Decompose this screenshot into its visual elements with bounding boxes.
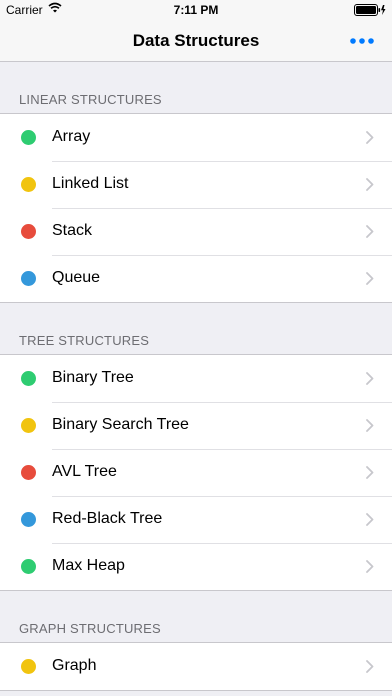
list-item-label: Linked List [52,175,129,192]
list-item[interactable]: Binary Tree [0,355,392,402]
navigation-bar: Data Structures [0,20,392,62]
chevron-right-icon [366,560,374,578]
status-dot-icon [21,224,36,239]
list-item-label: Red-Black Tree [52,510,163,527]
status-dot-icon [21,659,36,674]
section-header: GRAPH STRUCTURES [19,621,161,636]
status-dot-icon [21,512,36,527]
list-item-label: Stack [52,222,93,239]
section-header: LINEAR STRUCTURES [19,92,162,107]
list-item[interactable]: Queue [0,255,392,302]
list-item-label: Binary Tree [52,369,134,386]
section-group: Array Linked List Stack Queue [0,113,392,303]
section-header: TREE STRUCTURES [19,333,150,348]
chevron-right-icon [366,513,374,531]
list-item[interactable]: Binary Search Tree [0,402,392,449]
list-item[interactable]: Graph [0,643,392,690]
chevron-right-icon [366,272,374,290]
status-dot-icon [21,177,36,192]
list-item[interactable]: AVL Tree [0,449,392,496]
list-item-label: Queue [52,269,101,286]
list-item-label: AVL Tree [52,463,117,480]
status-bar: Carrier 7:11 PM [0,0,392,20]
status-dot-icon [21,271,36,286]
section-group: Graph [0,642,392,691]
list-item[interactable]: Red-Black Tree [0,496,392,543]
chevron-right-icon [366,178,374,196]
clock: 7:11 PM [173,3,219,17]
page-title: Data Structures [132,31,260,50]
chevron-right-icon [366,466,374,484]
list-item-label: Array [52,128,91,145]
status-dot-icon [21,418,36,433]
list-item-label: Graph [52,657,97,674]
battery-charging-icon [354,4,386,19]
chevron-right-icon [366,225,374,243]
status-dot-icon [21,559,36,574]
list-item[interactable]: Stack [0,208,392,255]
chevron-right-icon [366,419,374,437]
section-group: Binary Tree Binary Search Tree AVL Tree Red… [0,354,392,591]
list-item[interactable]: Linked List [0,161,392,208]
list-item-label: Binary Search Tree [52,416,189,433]
chevron-right-icon [366,131,374,149]
list-item-label: Max Heap [52,557,125,574]
status-dot-icon [21,465,36,480]
more-icon[interactable] [348,34,378,48]
list-item[interactable]: Max Heap [0,543,392,590]
chevron-right-icon [366,660,374,678]
list-item[interactable]: Array [0,114,392,161]
status-dot-icon [21,371,36,386]
status-dot-icon [21,130,36,145]
chevron-right-icon [366,372,374,390]
table-view: LINEAR STRUCTURES Array Linked List Stack Qu… [0,62,392,691]
